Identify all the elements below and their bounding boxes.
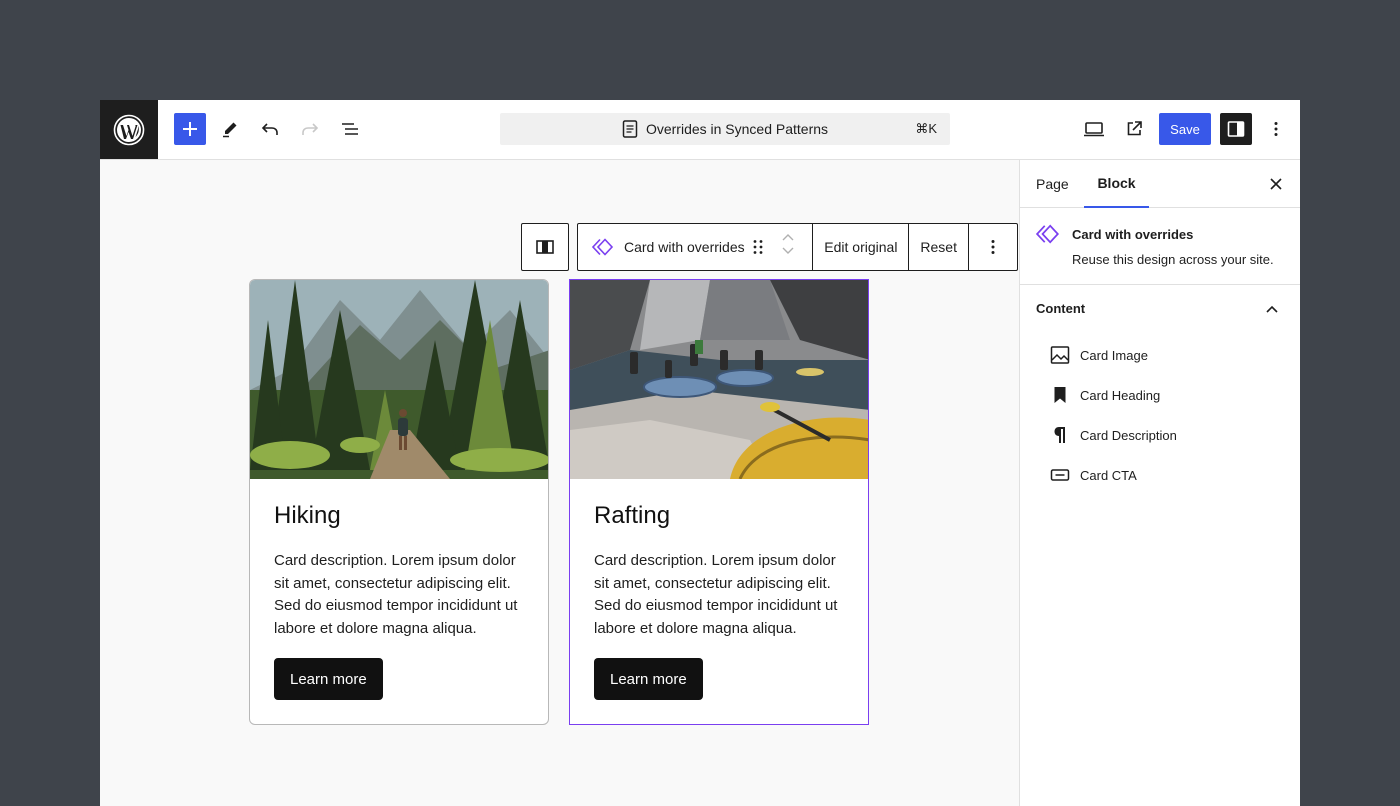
redo-icon — [302, 123, 319, 135]
block-card: Card with overrides Reuse this design ac… — [1020, 208, 1300, 285]
tools-button[interactable] — [214, 113, 246, 145]
block-card-title: Card with overrides — [1072, 227, 1194, 242]
reset-button[interactable]: Reset — [909, 224, 970, 270]
block-toolbar: Card with overrides Edit original Reset — [577, 223, 1018, 271]
undo-button[interactable] — [254, 113, 286, 145]
close-icon — [1270, 178, 1282, 190]
settings-sidebar: Page Block Card with overrides Reuse thi… — [1019, 160, 1300, 806]
card-image[interactable] — [250, 280, 548, 479]
tab-page[interactable]: Page — [1036, 160, 1069, 208]
card-rafting[interactable]: Rafting Card description. Lorem ipsum do… — [569, 279, 869, 725]
block-switcher[interactable]: Card with overrides — [578, 224, 814, 270]
card-hiking[interactable]: Hiking Card description. Lorem ipsum dol… — [249, 279, 549, 725]
chevron-up-icon — [1260, 298, 1284, 327]
site-editor: Overrides in Synced Patterns ⌘K Save Car… — [100, 100, 1300, 806]
desktop-icon — [1084, 122, 1104, 137]
pencil-icon — [223, 122, 237, 138]
content-item-card-cta[interactable]: Card CTA — [1040, 455, 1280, 495]
content-item-card-description[interactable]: Card Description — [1040, 415, 1280, 455]
sidebar-tabs: Page Block — [1020, 160, 1300, 208]
editor-header: Overrides in Synced Patterns ⌘K Save — [100, 100, 1300, 160]
content-item-card-image[interactable]: Card Image — [1040, 335, 1280, 375]
forest-trail-photo — [250, 280, 548, 479]
block-options-button[interactable] — [969, 224, 1017, 270]
content-item-card-heading[interactable]: Card Heading — [1040, 375, 1280, 415]
bookmark-icon — [1040, 385, 1080, 405]
more-vertical-icon — [1274, 122, 1278, 136]
wordpress-logo-button[interactable] — [100, 100, 158, 159]
select-parent-button[interactable] — [521, 223, 569, 271]
block-mover — [781, 233, 795, 255]
columns-icon — [536, 240, 554, 254]
content-item-label: Card Description — [1080, 427, 1177, 443]
plus-icon — [183, 122, 197, 136]
content-panel-toggle[interactable]: Content — [1020, 286, 1300, 334]
view-site-button[interactable] — [1118, 113, 1150, 145]
block-card-description: Reuse this design across your site. — [1072, 252, 1274, 267]
save-button[interactable]: Save — [1159, 113, 1211, 145]
card-image[interactable] — [570, 280, 868, 479]
wordpress-icon — [113, 114, 145, 145]
paragraph-icon — [1040, 425, 1080, 445]
settings-sidebar-toggle[interactable] — [1220, 113, 1252, 145]
document-title: Overrides in Synced Patterns — [645, 121, 829, 137]
river-rafting-photo — [570, 280, 868, 479]
chevron-down-icon[interactable] — [781, 246, 795, 255]
add-block-button[interactable] — [174, 113, 206, 145]
content-panel-title: Content — [1036, 301, 1086, 316]
card-description[interactable]: Card description. Lorem ipsum dolor sit … — [594, 550, 852, 640]
page-icon — [622, 120, 638, 138]
list-view-icon — [342, 123, 358, 135]
button-icon — [1040, 465, 1080, 485]
sidebar-icon — [1227, 121, 1245, 137]
drag-handle-icon[interactable] — [752, 239, 764, 258]
keyboard-shortcut: ⌘K — [915, 121, 937, 136]
content-item-label: Card CTA — [1080, 467, 1137, 483]
synced-pattern-icon — [1035, 224, 1060, 249]
image-icon — [1040, 345, 1080, 365]
block-name: Card with overrides — [624, 239, 745, 255]
redo-button[interactable] — [294, 113, 326, 145]
close-sidebar-button[interactable] — [1264, 172, 1288, 196]
card-heading[interactable]: Rafting — [594, 502, 670, 530]
undo-icon — [261, 123, 278, 135]
external-link-icon — [1127, 121, 1142, 136]
edit-original-button[interactable]: Edit original — [813, 224, 910, 270]
command-center[interactable]: Overrides in Synced Patterns ⌘K — [500, 113, 950, 145]
card-heading[interactable]: Hiking — [274, 502, 341, 530]
learn-more-button[interactable]: Learn more — [274, 658, 383, 700]
content-item-label: Card Image — [1080, 347, 1148, 363]
card-description[interactable]: Card description. Lorem ipsum dolor sit … — [274, 550, 532, 640]
device-preview-button[interactable] — [1078, 113, 1110, 145]
more-vertical-icon — [991, 240, 995, 254]
editor-canvas: Card with overrides Edit original Reset — [100, 160, 1019, 806]
content-item-label: Card Heading — [1080, 387, 1161, 403]
options-button[interactable] — [1260, 113, 1292, 145]
tab-block[interactable]: Block — [1084, 160, 1149, 208]
learn-more-button[interactable]: Learn more — [594, 658, 703, 700]
synced-pattern-icon — [592, 238, 614, 256]
chevron-up-icon[interactable] — [781, 233, 795, 242]
list-view-button[interactable] — [334, 113, 366, 145]
